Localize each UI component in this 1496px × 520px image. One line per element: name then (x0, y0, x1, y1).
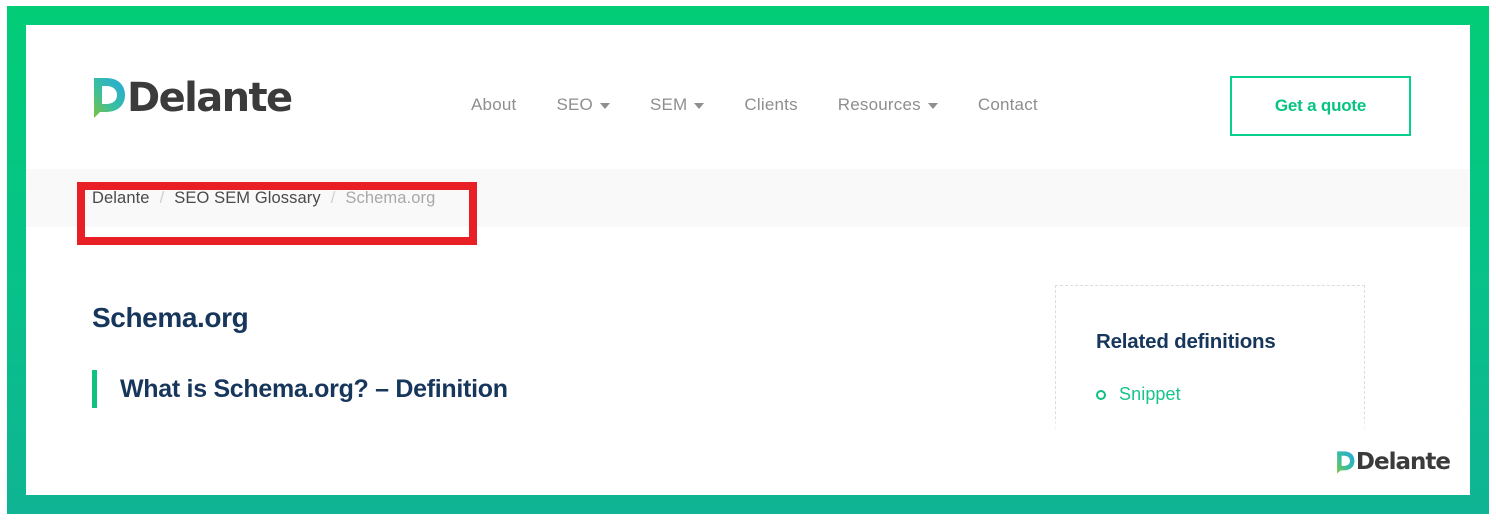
nav-label: Contact (977, 95, 1038, 114)
nav-label: SEM (649, 95, 688, 114)
nav-item-sem[interactable]: SEM (630, 91, 724, 119)
delante-watermark-logo: Delante (1336, 449, 1451, 475)
breadcrumb-separator: / (159, 188, 165, 207)
nav-item-clients[interactable]: Clients (724, 91, 817, 119)
related-definition-label: Snippet (1119, 384, 1181, 404)
breadcrumb-separator: / (330, 188, 336, 207)
ring-bullet-icon (1096, 389, 1106, 400)
heading-accent-bar (92, 370, 97, 408)
nav-item-resources[interactable]: Resources (818, 91, 958, 119)
nav-item-contact[interactable]: Contact (958, 91, 1058, 119)
breadcrumb: Delante / SEO SEM Glossary / Schema.org (92, 189, 435, 208)
page-viewport: Delante About SEO SEM Clients Resources … (26, 25, 1470, 495)
definition-heading: What is Schema.org? – Definition (120, 374, 508, 403)
breadcrumb-item-current: Schema.org (345, 188, 436, 207)
nav-label: Resources (837, 95, 921, 114)
delante-watermark-text: Delante (1355, 449, 1451, 475)
main-content: Schema.org What is Schema.org? – Definit… (26, 227, 1470, 495)
definition-heading-block: What is Schema.org? – Definition (92, 370, 508, 408)
nav-label: Clients (744, 95, 798, 114)
nav-item-about[interactable]: About (451, 91, 536, 119)
get-a-quote-button[interactable]: Get a quote (1230, 76, 1411, 136)
nav-label: SEO (556, 95, 593, 114)
screenshot-root: Delante About SEO SEM Clients Resources … (0, 0, 1496, 520)
related-definition-snippet[interactable]: Snippet (1096, 384, 1181, 405)
chevron-down-icon (927, 103, 938, 109)
chevron-down-icon (599, 103, 610, 109)
delante-logo-text: Delante (127, 75, 293, 121)
page-title: Schema.org (92, 302, 249, 333)
related-definitions-title: Related definitions (1096, 330, 1276, 353)
chevron-down-icon (694, 103, 705, 109)
breadcrumb-bar: Delante / SEO SEM Glossary / Schema.org (26, 169, 1470, 227)
related-definitions-list: Snippet (1096, 384, 1181, 405)
green-decorative-frame: Delante About SEO SEM Clients Resources … (7, 6, 1489, 514)
breadcrumb-item-delante[interactable]: Delante (92, 189, 150, 208)
related-definitions-panel: Related definitions Snippet (1055, 285, 1365, 485)
delante-logo[interactable]: Delante (92, 75, 293, 121)
site-header: Delante About SEO SEM Clients Resources … (26, 25, 1470, 169)
main-navigation: About SEO SEM Clients Resources Contact (451, 91, 1058, 119)
nav-label: About (471, 95, 517, 114)
delante-d-logo-icon (1336, 450, 1355, 475)
delante-d-logo-icon (92, 76, 126, 120)
breadcrumb-item-seo-sem-glossary[interactable]: SEO SEM Glossary (174, 189, 320, 208)
nav-item-seo[interactable]: SEO (536, 91, 630, 119)
